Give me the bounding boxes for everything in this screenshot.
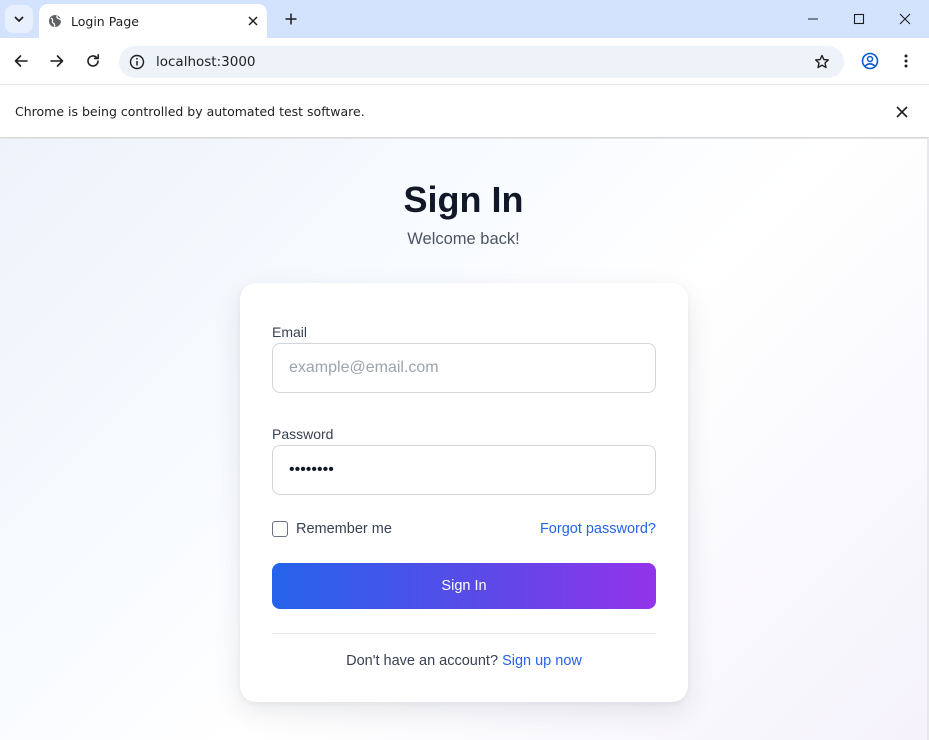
chevron-down-icon (14, 16, 24, 22)
close-icon (896, 106, 908, 118)
sign-up-link[interactable]: Sign up now (502, 653, 582, 669)
bookmark-button[interactable] (812, 52, 832, 72)
browser-toolbar: localhost:3000 (0, 38, 929, 85)
remember-checkbox[interactable] (272, 521, 288, 537)
plus-icon (285, 13, 297, 25)
page-title: Sign In (403, 179, 524, 220)
email-field[interactable] (272, 343, 656, 393)
minimize-icon (808, 18, 818, 20)
url-text: localhost:3000 (156, 54, 256, 70)
back-icon (14, 55, 28, 67)
remember-label: Remember me (296, 521, 392, 537)
address-bar[interactable]: localhost:3000 (119, 46, 844, 78)
infobar-message: Chrome is being controlled by automated … (15, 104, 365, 119)
sign-in-button[interactable]: Sign In (272, 563, 656, 609)
page-subtitle: Welcome back! (407, 230, 520, 248)
maximize-button[interactable] (847, 7, 871, 31)
minimize-button[interactable] (801, 7, 825, 31)
browser-tab[interactable]: Login Page (39, 4, 267, 38)
profile-button[interactable] (857, 48, 883, 74)
forward-button[interactable] (44, 48, 70, 74)
automation-infobar: Chrome is being controlled by automated … (0, 86, 929, 138)
signup-prompt-text: Don't have an account? (346, 653, 499, 669)
login-card: Email Password Remember me Forgot passwo… (240, 283, 688, 702)
window-close-button[interactable] (893, 7, 917, 31)
tab-search-button[interactable] (5, 5, 33, 33)
browser-menu-button[interactable] (893, 48, 919, 74)
star-icon (815, 54, 829, 69)
info-icon (129, 54, 145, 70)
maximize-icon (853, 13, 865, 25)
signup-prompt: Don't have an account? Sign up now (240, 653, 688, 669)
infobar-close-button[interactable] (893, 103, 911, 121)
profile-icon (861, 52, 879, 70)
close-icon (248, 16, 258, 26)
password-field[interactable] (272, 445, 656, 495)
menu-icon (904, 54, 908, 68)
new-tab-button[interactable] (280, 8, 302, 30)
tab-strip: Login Page (0, 0, 929, 38)
email-label: Email (272, 324, 308, 340)
reload-button[interactable] (80, 48, 106, 74)
reload-icon (87, 54, 99, 67)
site-info-button[interactable] (127, 52, 147, 72)
tab-title: Login Page (71, 13, 139, 29)
page-content: Sign In Welcome back! Email Password Rem… (0, 139, 929, 740)
back-button[interactable] (8, 48, 34, 74)
forward-icon (50, 55, 64, 67)
password-label: Password (272, 426, 334, 442)
divider (272, 633, 656, 634)
close-icon (899, 13, 911, 25)
globe-icon (48, 14, 62, 28)
tab-close-button[interactable] (245, 13, 261, 29)
forgot-password-link[interactable]: Forgot password? (540, 521, 656, 537)
